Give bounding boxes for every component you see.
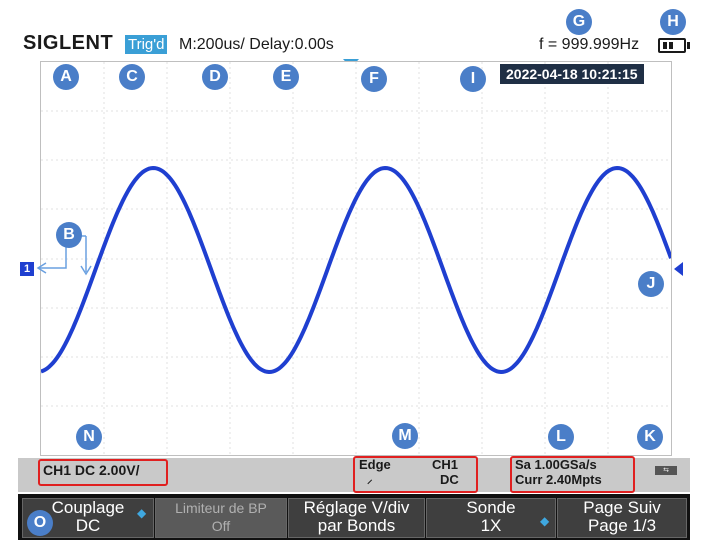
label-badge-h: H [660, 9, 686, 35]
softkey-arrow-icon: ◆ [540, 514, 550, 528]
label-badge-k: K [637, 424, 663, 450]
label-badge-n: N [76, 424, 102, 450]
trigger-coupling: DC [440, 472, 459, 487]
label-badge-m: M [392, 423, 418, 449]
memory-depth: Curr 2.40Mpts [515, 472, 602, 487]
menu-next-page-button[interactable]: Page Suiv Page 1/3 [557, 498, 687, 538]
label-badge-o: O [27, 510, 53, 536]
menu-vdiv-adjust-value: par Bonds [317, 516, 396, 535]
usb-icon: ⇆ [655, 466, 677, 475]
menu-vdiv-adjust-button[interactable]: Réglage V/div par Bonds [288, 498, 425, 538]
menu-bandwidth-limit-label: Limiteur de BP [175, 500, 267, 516]
menu-bandwidth-limit-value: Off [211, 518, 231, 534]
timebase-readout: M:200us/ Delay:0.00s [179, 36, 334, 53]
label-badge-b: B [56, 222, 82, 248]
menu-next-page-value: Page 1/3 [587, 516, 657, 535]
trigger-status: Trig'd [125, 35, 168, 54]
sample-rate: Sa 1.00GSa/s [515, 457, 597, 472]
trigger-source: CH1 [432, 457, 459, 472]
menu-probe-label: Sonde [466, 498, 516, 517]
label-badge-c: C [119, 64, 145, 90]
trigger-level-marker[interactable] [674, 262, 683, 276]
label-badge-d: D [202, 64, 228, 90]
softkey-arrow-icon: ◆ [137, 506, 147, 520]
label-badge-a: A [53, 64, 79, 90]
menu-vdiv-adjust-label: Réglage V/div [303, 498, 410, 517]
label-badge-e: E [273, 64, 299, 90]
channel-1-trace [41, 165, 671, 375]
channel-settings: CH1 DC 2.00V/ [43, 462, 140, 478]
waveform-display [40, 61, 672, 456]
menu-bandwidth-limit-button[interactable]: Limiteur de BP Off [155, 498, 287, 538]
label-badge-f: F [361, 66, 387, 92]
menu-probe-button[interactable]: Sonde 1X [426, 498, 556, 538]
channel-1-offset-marker[interactable]: 1 [20, 262, 34, 276]
frequency-readout: f = 999.999Hz [539, 36, 640, 53]
menu-probe-value: 1X [480, 516, 502, 535]
trigger-type: Edge [359, 457, 391, 472]
grid-and-trace [41, 62, 671, 455]
label-badge-j: J [638, 271, 664, 297]
datetime-readout: 2022-04-18 10:21:15 [500, 64, 644, 84]
menu-next-page-label: Page Suiv [583, 498, 661, 517]
brand-logo: SIGLENT [23, 32, 114, 54]
battery-icon [658, 38, 690, 53]
label-badge-g: G [566, 9, 592, 35]
label-badge-l: L [548, 424, 574, 450]
trigger-slope-icon: ⸝ [367, 474, 373, 486]
label-badge-i: I [460, 66, 486, 92]
